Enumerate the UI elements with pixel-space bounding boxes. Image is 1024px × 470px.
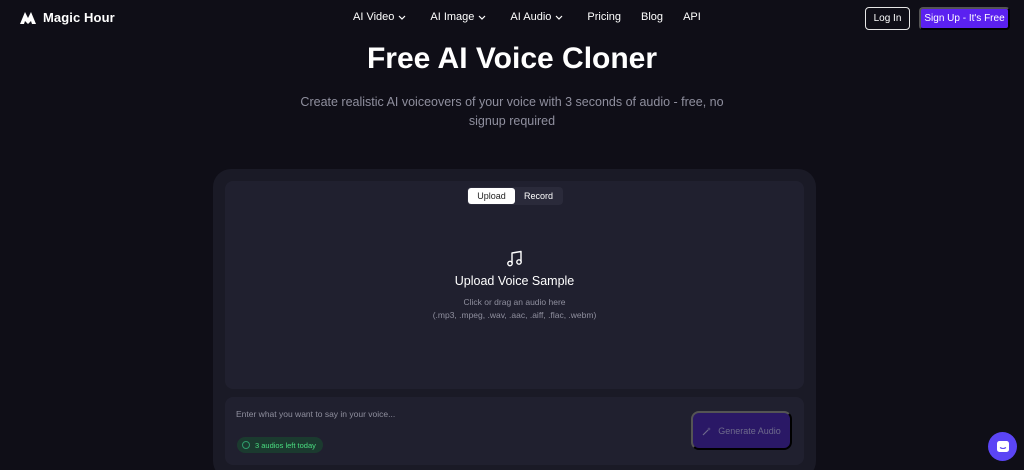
page-title: Free AI Voice Cloner — [366, 42, 658, 75]
generate-audio-button[interactable]: Generate Audio — [691, 411, 792, 450]
chevron-down-icon — [478, 15, 486, 20]
voice-text-input[interactable] — [236, 406, 656, 422]
nav-item-label: AI Audio — [510, 11, 552, 23]
upload-hint: Click or drag an audio here — [463, 297, 566, 307]
quota-ring-icon — [242, 441, 250, 449]
nav-item-blog[interactable]: Blog — [641, 11, 663, 23]
quota-text: 3 audios left today — [255, 440, 316, 450]
brand-name: Magic Hour — [43, 9, 115, 25]
generate-audio-label: Generate Audio — [718, 425, 781, 436]
login-button[interactable]: Log In — [865, 7, 910, 30]
chevron-down-icon — [398, 15, 406, 20]
chat-support-icon — [996, 440, 1009, 452]
nav-item-label: Pricing — [587, 11, 622, 23]
chat-support-button[interactable] — [988, 432, 1017, 461]
page-subtitle: Create realistic AI voiceovers of your v… — [300, 95, 724, 128]
tab-upload[interactable]: Upload — [468, 188, 515, 204]
nav-item-label: Blog — [641, 11, 664, 23]
music-note-icon — [507, 250, 522, 267]
upload-formats: (.mp3, .mpeg, .wav, .aac, .aiff, .flac, … — [432, 310, 597, 320]
nav-item-ai-audio[interactable]: AI Audio — [510, 11, 563, 23]
nav-item-ai-video[interactable]: AI Video — [353, 11, 406, 23]
magic-wand-icon — [702, 426, 712, 435]
nav-item-label: AI Image — [430, 11, 475, 23]
upload-dropzone[interactable]: Upload Record Upload Voice Sample Click … — [225, 181, 804, 389]
magic-hour-logo-icon — [20, 12, 36, 24]
tab-record[interactable]: Record — [515, 188, 562, 204]
nav-item-api[interactable]: API — [683, 11, 701, 23]
nav-item-label: API — [683, 11, 701, 23]
page: Magic Hour AI Video AI Image AI Audio Pr… — [0, 0, 1024, 470]
logo[interactable]: Magic Hour — [19, 9, 115, 25]
nav-item-pricing[interactable]: Pricing — [587, 11, 621, 23]
top-nav: Magic Hour AI Video AI Image AI Audio Pr… — [0, 0, 1024, 36]
signup-button[interactable]: Sign Up - It's Free — [919, 7, 1010, 30]
quota-badge: 3 audios left today — [237, 437, 323, 453]
nav-item-ai-image[interactable]: AI Image — [430, 11, 486, 23]
nav-links: AI Video AI Image AI Audio Pricing Blog … — [353, 11, 721, 23]
chevron-down-icon — [555, 15, 563, 20]
nav-item-label: AI Video — [353, 11, 395, 23]
voice-cloner-card: Upload Record Upload Voice Sample Click … — [213, 169, 816, 470]
input-mode-tabs: Upload Record — [467, 187, 563, 205]
text-composer: 3 audios left today Generate Audio — [225, 397, 804, 465]
upload-title: Upload Voice Sample — [454, 274, 575, 288]
